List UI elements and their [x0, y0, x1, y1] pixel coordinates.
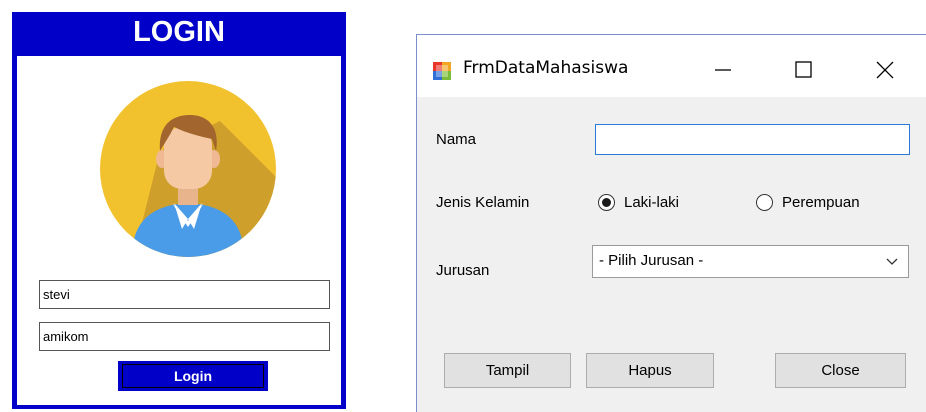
radio-laki-laki-indicator[interactable]: [598, 193, 615, 211]
maximize-icon: [795, 61, 812, 78]
close-button[interactable]: Close: [775, 353, 906, 388]
login-body: Login: [17, 56, 341, 405]
close-window-button[interactable]: [865, 53, 905, 87]
close-icon: [876, 61, 894, 79]
login-button[interactable]: Login: [118, 361, 268, 391]
minimize-button[interactable]: [703, 53, 743, 87]
radio-perempuan-label: Perempuan: [782, 193, 860, 211]
username-input[interactable]: [39, 280, 330, 309]
nama-label: Nama: [436, 131, 477, 148]
tampil-button[interactable]: Tampil: [444, 353, 571, 388]
password-input[interactable]: [39, 322, 330, 351]
window-title: FrmDataMahasiswa: [463, 58, 629, 78]
radio-laki-laki[interactable]: Laki-laki: [598, 190, 679, 214]
gender-label: Jenis Kelamin: [436, 194, 530, 211]
maximize-button[interactable]: [783, 53, 823, 87]
jurusan-select[interactable]: - Pilih Jurusan -: [592, 245, 909, 278]
form-icon: [433, 62, 451, 80]
form-window: FrmDataMahasiswa Nama Jenis Kelamin Laki…: [416, 34, 926, 412]
nama-input[interactable]: [595, 124, 910, 155]
radio-laki-laki-label: Laki-laki: [624, 193, 680, 211]
title-bar[interactable]: FrmDataMahasiswa: [417, 35, 926, 97]
hapus-button[interactable]: Hapus: [586, 353, 714, 388]
jurusan-label: Jurusan: [436, 262, 490, 279]
login-button-label: Login: [122, 364, 264, 388]
chevron-down-icon: [886, 258, 898, 265]
radio-perempuan-indicator[interactable]: [756, 193, 773, 211]
radio-perempuan[interactable]: Perempuan: [756, 190, 860, 214]
user-avatar-icon: [100, 81, 276, 257]
minimize-icon: [715, 69, 731, 71]
login-title: LOGIN: [133, 16, 225, 48]
jurusan-selected-value: - Pilih Jurusan -: [599, 252, 704, 269]
login-panel: LOGIN stevi amikom Login: [12, 12, 346, 409]
